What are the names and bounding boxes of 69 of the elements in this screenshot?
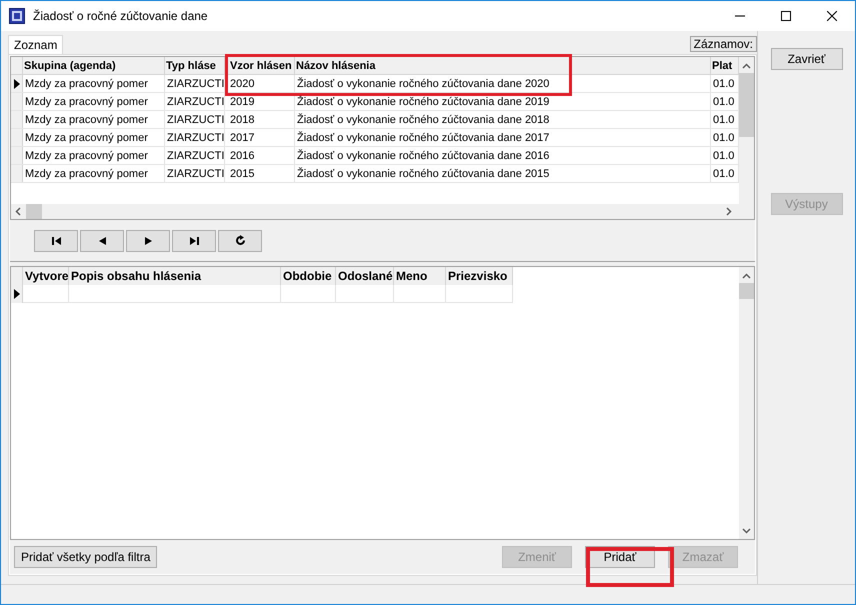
empty-table-cell [281, 285, 336, 303]
horizontal-scrollbar[interactable] [11, 204, 754, 219]
scroll-thumb[interactable] [739, 73, 754, 137]
scroll-left-icon [15, 207, 21, 216]
table-cell: 2018 [225, 111, 295, 128]
table-cell: Žiadosť o vykonanie ročného zúčtovania dane 2015 [295, 165, 711, 182]
navigator-button[interactable] [218, 230, 262, 252]
tab[interactable]: Zoznam [8, 35, 64, 54]
table-cell: 2020 [225, 75, 295, 92]
table-cell: Žiadosť o vykonanie ročného zúčtovania dane 2018 [295, 111, 711, 128]
table-cell: ZIARZUCTI [165, 129, 225, 146]
column-header[interactable]: Vzor hlásen [225, 57, 295, 74]
last-record-icon [190, 236, 198, 244]
scroll-up-icon [742, 273, 751, 279]
table-cell: Mzdy za pracovný pomer [23, 165, 165, 182]
table-cell: Mzdy za pracovný pomer [23, 129, 165, 146]
records-count-label: Záznamov: [690, 36, 757, 52]
table-cell: Žiadosť o vykonanie ročného zúčtovania dane 2017 [295, 129, 711, 146]
table-cell: 2019 [225, 93, 295, 110]
column-header[interactable]: Skupina (agenda) [23, 57, 165, 74]
column-header[interactable]: Meno [394, 267, 446, 285]
current-row-icon [14, 78, 20, 88]
column-header[interactable]: Názov hlásenia [295, 57, 711, 74]
scroll-down-icon [742, 528, 751, 534]
navigator-button[interactable] [126, 230, 170, 252]
close-icon[interactable] [827, 11, 837, 21]
column-header[interactable]: Popis obsahu hlásenia [69, 267, 281, 285]
previous-icon [98, 236, 106, 244]
table-cell: ZIARZUCTI [165, 93, 225, 110]
table-cell: Žiadosť o vykonanie ročného zúčtovania dane 2019 [295, 93, 711, 110]
table-cell: 2015 [225, 165, 295, 182]
scroll-thumb[interactable] [739, 283, 754, 299]
navigator-button[interactable] [34, 230, 78, 252]
scroll-thumb[interactable] [26, 204, 42, 219]
vertical-scrollbar[interactable] [739, 267, 754, 539]
column-header[interactable]: Vytvore [23, 267, 69, 285]
dialog-button[interactable]: Zavrieť [770, 48, 842, 70]
table-cell: Mzdy za pracovný pomer [23, 75, 165, 92]
current-row-icon [14, 289, 20, 299]
column-header[interactable]: Typ hláse [165, 57, 225, 74]
table-cell: Žiadosť o vykonanie ročného zúčtovania dane 2016 [295, 147, 711, 164]
table-cell: 2017 [225, 129, 295, 146]
navigator-button[interactable] [172, 230, 216, 252]
table-cell: Žiadosť o vykonanie ročného zúčtovania dane 2020 [295, 75, 711, 92]
window-title: Žiadosť o ročné zúčtovanie dane [33, 8, 208, 25]
vertical-scrollbar[interactable] [739, 57, 754, 204]
table-cell: Mzdy za pracovný pomer [23, 111, 165, 128]
table-cell: ZIARZUCTI [165, 147, 225, 164]
table-cell: Mzdy za pracovný pomer [23, 147, 165, 164]
maximize-icon[interactable] [781, 11, 791, 21]
column-header[interactable]: Odoslané [336, 267, 394, 285]
empty-table-cell [394, 285, 446, 303]
table-cell: Mzdy za pracovný pomer [23, 93, 165, 110]
scroll-right-icon [726, 207, 732, 216]
empty-table-cell [446, 285, 513, 303]
column-header[interactable]: Obdobie [281, 267, 336, 285]
first-record-icon [52, 236, 60, 244]
navigator-button[interactable] [80, 230, 124, 252]
table-cell: ZIARZUCTI [165, 165, 225, 182]
empty-table-cell [336, 285, 394, 303]
table-cell: 2016 [225, 147, 295, 164]
scroll-up-icon [742, 63, 751, 69]
table-cell: ZIARZUCTI [165, 111, 225, 128]
dialog-button[interactable]: Pridať všetky podľa filtra [14, 546, 158, 568]
refresh-icon [234, 235, 246, 246]
next-icon [144, 236, 152, 244]
table-cell: ZIARZUCTI [165, 75, 225, 92]
app-icon [9, 8, 25, 24]
column-header[interactable]: Priezvisko [446, 267, 513, 285]
